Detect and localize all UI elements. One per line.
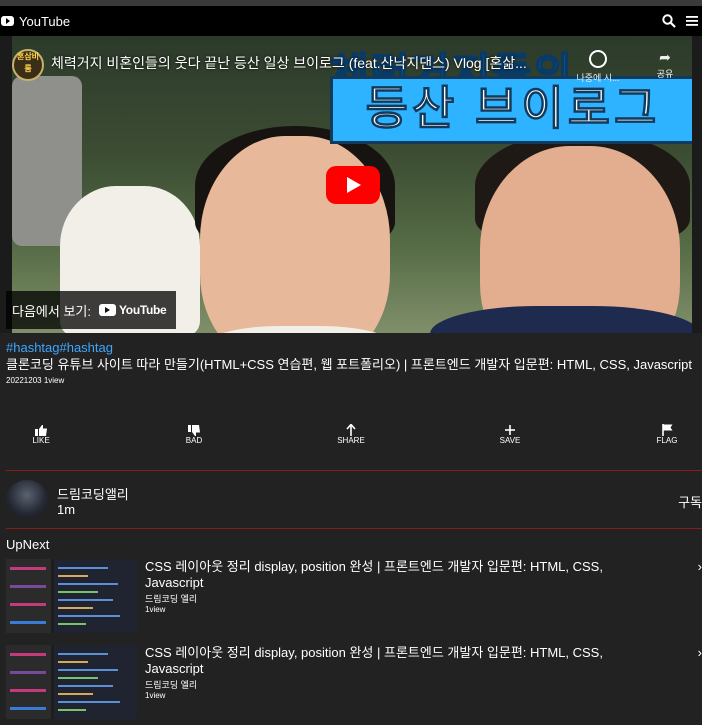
thumbnail-figure	[58, 615, 120, 617]
watch-later-label: 나중에 시...	[576, 73, 620, 83]
thumbnail-figure	[58, 607, 93, 609]
thumbnail-figure	[58, 661, 88, 663]
video-thumbnail[interactable]	[6, 559, 137, 633]
thumbnail-figure	[58, 575, 88, 577]
share-button[interactable]: ➦ 공유	[645, 50, 685, 80]
thumbnail-figure	[58, 677, 98, 679]
divider	[6, 528, 702, 529]
thumbs-up-icon	[21, 424, 61, 436]
thumbnail-figure	[58, 693, 93, 695]
share-action-button[interactable]: SHARE	[331, 424, 371, 445]
thumbnail-figure	[10, 585, 46, 588]
clock-icon	[589, 50, 607, 68]
thumbnail-figure	[10, 671, 46, 674]
video-thumbnail[interactable]	[6, 645, 137, 719]
subscriber-count: 1m	[57, 502, 76, 517]
thumbnail-figure	[58, 709, 86, 711]
flag-icon	[647, 424, 687, 436]
item-title[interactable]: CSS 레이아웃 정리 display, position 완성 | 프론트엔드…	[145, 559, 625, 591]
play-button[interactable]	[326, 166, 380, 204]
thumbnail-figure	[10, 707, 46, 710]
watch-on-label: 다음에서 보기:	[12, 303, 91, 319]
dislike-button[interactable]: BAD	[174, 424, 214, 445]
share-arrow-icon: ➦	[659, 49, 671, 65]
thumbnail-figure	[54, 559, 137, 633]
thumbnail-figure	[58, 685, 113, 687]
share-label: 공유	[656, 69, 674, 79]
thumbs-down-icon	[174, 424, 214, 436]
thumbnail-figure	[6, 559, 51, 633]
item-views: 1view	[145, 605, 166, 614]
youtube-logo-icon[interactable]	[1, 16, 14, 26]
share-action-label: SHARE	[337, 436, 365, 445]
thumbnail-figure	[10, 621, 46, 624]
share-icon	[331, 424, 371, 436]
app-header: YouTube	[0, 6, 702, 36]
thumbnail-figure	[10, 567, 46, 570]
upnext-heading: UpNext	[6, 537, 50, 552]
save-button[interactable]: SAVE	[490, 424, 530, 445]
thumbnail-figure	[58, 591, 98, 593]
thumbnail-figure	[58, 653, 108, 655]
thumbnail-figure	[58, 583, 118, 585]
video-meta: 20221203 1view	[6, 376, 65, 385]
subscribe-button[interactable]: 구독	[678, 492, 702, 511]
item-channel: 드림코딩 엘리	[145, 594, 198, 604]
like-button[interactable]: LIKE	[21, 424, 61, 445]
video-title[interactable]: 체력거지 비혼인들의 웃다 끝난 등산 일상 브이로그 (feat.산낙지댄스)…	[51, 53, 561, 73]
plus-icon	[490, 424, 530, 436]
video-player[interactable]: 체력거지들의 등산 브이로그 혼삼비룸 체력거지 비혼인들의 웃다 끝난 등산 …	[0, 36, 702, 333]
thumbnail-figure	[10, 689, 46, 692]
hashtags[interactable]: #hashtag#hashtag	[6, 340, 696, 355]
thumbnail-figure	[58, 669, 118, 671]
page-video-title: 클론코딩 유튜브 사이트 따라 만들기(HTML+CSS 연습편, 웹 포트폴리…	[6, 357, 692, 372]
thumbnail-figure	[10, 603, 46, 606]
channel-name[interactable]: 드림코딩앨리	[57, 484, 129, 503]
more-chevron-icon[interactable]: ›	[698, 645, 702, 660]
logo-text[interactable]: YouTube	[19, 14, 70, 29]
hamburger-menu-icon[interactable]	[686, 15, 698, 27]
avatar[interactable]	[6, 480, 48, 518]
item-title[interactable]: CSS 레이아웃 정리 display, position 완성 | 프론트엔드…	[145, 645, 625, 677]
thumbnail-figure	[58, 567, 108, 569]
thumbnail-figure	[6, 645, 51, 719]
thumbnail-figure	[54, 645, 137, 719]
save-label: SAVE	[499, 436, 521, 445]
like-label: LIKE	[32, 436, 50, 445]
channel-row: 드림코딩앨리 1m 구독	[6, 478, 702, 520]
divider	[6, 470, 702, 471]
thumbnail-figure	[58, 599, 113, 601]
watch-later-button[interactable]: 나중에 시...	[568, 50, 628, 84]
youtube-brand-text: YouTube	[118, 303, 167, 317]
thumbnail-figure	[58, 623, 86, 625]
youtube-play-icon	[98, 304, 116, 316]
video-channel-avatar[interactable]: 혼삼비룸	[12, 49, 44, 81]
list-item[interactable]: CSS 레이아웃 정리 display, position 완성 | 프론트엔드…	[6, 559, 702, 633]
flag-button[interactable]: FLAG	[647, 424, 687, 445]
search-icon[interactable]	[662, 14, 676, 28]
dislike-label: BAD	[185, 436, 203, 445]
video-info: #hashtag#hashtag 클론코딩 유튜브 사이트 따라 만들기(HTM…	[6, 340, 696, 385]
item-channel: 드림코딩 엘리	[145, 680, 198, 690]
flag-label: FLAG	[656, 436, 678, 445]
item-views: 1view	[145, 691, 166, 700]
more-chevron-icon[interactable]: ›	[698, 559, 702, 574]
thumbnail-figure	[10, 653, 46, 656]
action-bar: LIKE BAD SHARE SAVE FLAG	[0, 424, 702, 448]
youtube-logo: YouTube	[98, 303, 167, 317]
watch-on-youtube-button[interactable]: 다음에서 보기: YouTube	[6, 291, 177, 329]
thumbnail-figure	[58, 701, 120, 703]
list-item[interactable]: CSS 레이아웃 정리 display, position 완성 | 프론트엔드…	[6, 645, 702, 719]
